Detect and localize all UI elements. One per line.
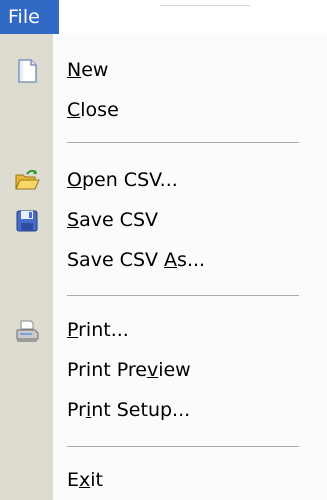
menu-item-label: Save CSV [67, 209, 159, 231]
menu-item-close[interactable]: Close [0, 90, 327, 130]
menu-item-print[interactable]: Print... [0, 310, 327, 350]
printer-icon [14, 318, 40, 344]
menu-item-save-csv-as[interactable]: Save CSV As... [0, 240, 327, 280]
menu-bar: File [0, 0, 327, 34]
file-menu-title[interactable]: File [0, 0, 59, 34]
menu-separator [67, 446, 299, 447]
menu-item-label: Open CSV... [67, 169, 178, 191]
menu-item-label: Close [67, 99, 119, 121]
menu-separator [67, 295, 299, 296]
floppy-disk-icon [14, 208, 40, 234]
menu-item-label: Print Preview [67, 359, 191, 381]
new-document-icon [14, 58, 40, 84]
open-folder-icon [14, 168, 40, 194]
menu-item-open-csv[interactable]: Open CSV... [0, 160, 327, 200]
file-dropdown-menu: New Close Open CSV... Save CSV Save CSV … [0, 34, 327, 500]
menubar-divider [160, 5, 250, 6]
menu-item-exit[interactable]: Exit [0, 460, 327, 500]
menu-item-save-csv[interactable]: Save CSV [0, 200, 327, 240]
menu-item-print-preview[interactable]: Print Preview [0, 350, 327, 390]
menu-item-label: Print... [67, 319, 129, 341]
menu-item-label: Save CSV As... [67, 249, 206, 271]
menu-item-new[interactable]: New [0, 50, 327, 90]
menu-separator [67, 142, 299, 143]
menu-item-label: Exit [67, 469, 103, 491]
menu-item-print-setup[interactable]: Print Setup... [0, 390, 327, 430]
menu-item-label: Print Setup... [67, 399, 191, 421]
menu-item-label: New [67, 59, 109, 81]
